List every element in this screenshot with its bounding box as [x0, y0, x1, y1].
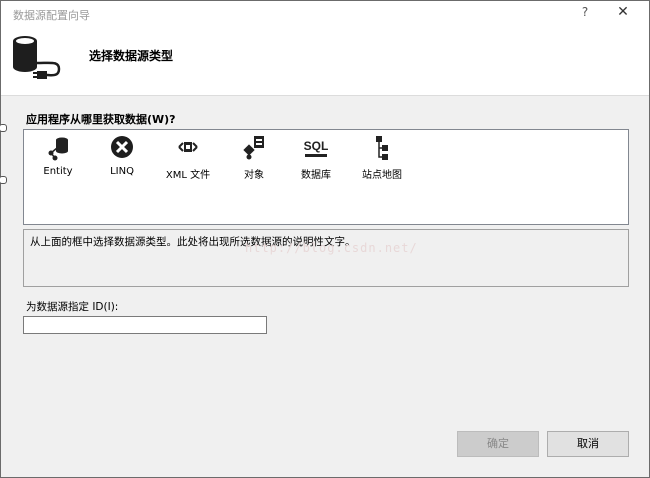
cancel-button[interactable]: 取消: [547, 431, 629, 457]
data-source-type-list[interactable]: Entity LINQ XML 文件 对象 SQL 数据库 站点地图: [23, 129, 629, 225]
title-bar: 数据源配置向导 ? ✕: [1, 1, 649, 27]
database-plug-icon: [13, 36, 61, 79]
data-source-id-input[interactable]: [23, 316, 267, 334]
window-title: 数据源配置向导: [13, 9, 90, 22]
sitemap-icon: [376, 136, 388, 160]
ok-button[interactable]: 确定: [457, 431, 539, 457]
wizard-header: 选择数据源类型: [1, 27, 649, 96]
help-button[interactable]: ?: [577, 5, 593, 21]
data-source-item-sitemap[interactable]: 站点地图: [354, 134, 410, 184]
data-source-label: 站点地图: [362, 170, 402, 181]
watermark: http://blog.csdn.net/: [245, 241, 418, 255]
data-source-item-entity[interactable]: Entity: [30, 134, 86, 184]
resize-grip[interactable]: [0, 124, 7, 132]
data-source-label: LINQ: [110, 166, 134, 177]
data-source-label: 对象: [244, 170, 264, 181]
sql-database-icon: SQL: [304, 139, 329, 157]
data-source-question-label: 应用程序从哪里获取数据(W)?: [26, 113, 176, 126]
object-icon: [243, 136, 264, 160]
data-source-item-xml[interactable]: XML 文件: [160, 134, 216, 184]
dialog-footer: 确定 取消: [1, 411, 649, 477]
data-source-label: 数据库: [301, 170, 331, 181]
data-source-item-object[interactable]: 对象: [226, 134, 282, 184]
resize-grip[interactable]: [0, 176, 7, 184]
xml-file-icon: [178, 142, 198, 152]
close-button[interactable]: ✕: [613, 4, 633, 22]
data-source-id-label: 为数据源指定 ID(I):: [26, 301, 119, 313]
data-source-label: Entity: [43, 166, 73, 177]
page-title: 选择数据源类型: [89, 49, 174, 63]
linq-icon: [111, 136, 133, 158]
data-source-item-linq[interactable]: LINQ: [94, 134, 150, 184]
data-source-label: XML 文件: [165, 170, 211, 181]
entity-icon: [48, 137, 68, 161]
description-panel: 从上面的框中选择数据源类型。此处将出现所选数据源的说明性文字。: [23, 229, 629, 287]
data-source-item-sql[interactable]: SQL 数据库: [288, 134, 344, 184]
svg-text:SQL: SQL: [304, 139, 329, 153]
data-source-wizard-dialog: 数据源配置向导 ? ✕ 选择数据源类型 应用程序从哪里获取数据(W)? Enti…: [0, 0, 650, 478]
